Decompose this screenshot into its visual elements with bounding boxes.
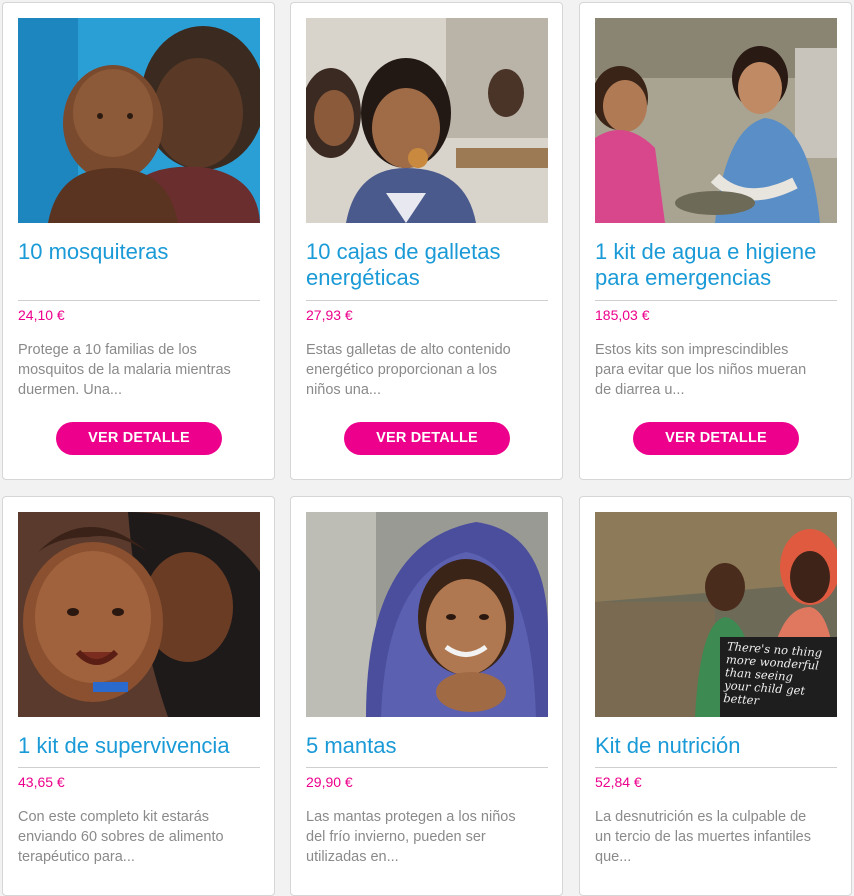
product-title[interactable]: 10 cajas de galletas energéticas bbox=[306, 239, 551, 291]
product-card: 1 kit de supervivencia 43,65 € Con este … bbox=[2, 496, 275, 896]
divider bbox=[595, 300, 837, 301]
product-price: 24,10 € bbox=[18, 307, 65, 323]
product-image[interactable] bbox=[306, 512, 548, 717]
chalkboard-text: There's no thing more wonderful than see… bbox=[722, 639, 823, 708]
product-title[interactable]: Kit de nutrición bbox=[595, 733, 840, 759]
product-image[interactable] bbox=[306, 18, 548, 223]
product-image[interactable] bbox=[595, 18, 837, 223]
view-detail-button[interactable]: VER DETALLE bbox=[56, 422, 222, 455]
view-detail-button[interactable]: VER DETALLE bbox=[344, 422, 510, 455]
product-description: La desnutrición es la culpable de un ter… bbox=[595, 809, 811, 865]
smiling-child-blanket-photo-icon bbox=[306, 512, 548, 717]
children-eating-biscuits-photo-icon bbox=[306, 18, 548, 223]
product-title[interactable]: 1 kit de supervivencia bbox=[18, 733, 263, 759]
product-card: 10 mosquiteras 24,10 € Protege a 10 fami… bbox=[2, 2, 275, 480]
girls-washing-hands-photo-icon bbox=[595, 18, 837, 223]
product-description: Protege a 10 familias de los mosquitos d… bbox=[18, 342, 231, 398]
mother-holding-baby-photo-icon bbox=[18, 18, 260, 223]
product-description: Estos kits son imprescindibles para evit… bbox=[595, 342, 807, 398]
product-image[interactable]: There's no thing more wonderful than see… bbox=[595, 512, 837, 717]
product-title[interactable]: 1 kit de agua e higiene para emergencias bbox=[595, 239, 840, 291]
product-image[interactable] bbox=[18, 512, 260, 717]
divider bbox=[18, 300, 260, 301]
product-card: 1 kit de agua e higiene para emergencias… bbox=[579, 2, 852, 480]
divider bbox=[595, 767, 837, 768]
product-card: 5 mantas 29,90 € Las mantas protegen a l… bbox=[290, 496, 563, 896]
divider bbox=[18, 767, 260, 768]
product-price: 29,90 € bbox=[306, 774, 353, 790]
product-card: 10 cajas de galletas energéticas 27,93 €… bbox=[290, 2, 563, 480]
product-description: Con este completo kit estarás enviando 6… bbox=[18, 809, 224, 865]
view-detail-button[interactable]: VER DETALLE bbox=[633, 422, 799, 455]
product-title[interactable]: 5 mantas bbox=[306, 733, 551, 759]
divider bbox=[306, 767, 548, 768]
product-price: 185,03 € bbox=[595, 307, 650, 323]
mother-kissing-baby-photo-icon bbox=[18, 512, 260, 717]
product-description: Las mantas protegen a los niños del frío… bbox=[306, 809, 516, 865]
product-price: 27,93 € bbox=[306, 307, 353, 323]
product-title[interactable]: 10 mosquiteras bbox=[18, 239, 263, 265]
product-description: Estas galletas de alto contenido energét… bbox=[306, 342, 511, 398]
product-image[interactable] bbox=[18, 18, 260, 223]
divider bbox=[306, 300, 548, 301]
product-price: 43,65 € bbox=[18, 774, 65, 790]
product-price: 52,84 € bbox=[595, 774, 642, 790]
product-card: There's no thing more wonderful than see… bbox=[579, 496, 852, 896]
